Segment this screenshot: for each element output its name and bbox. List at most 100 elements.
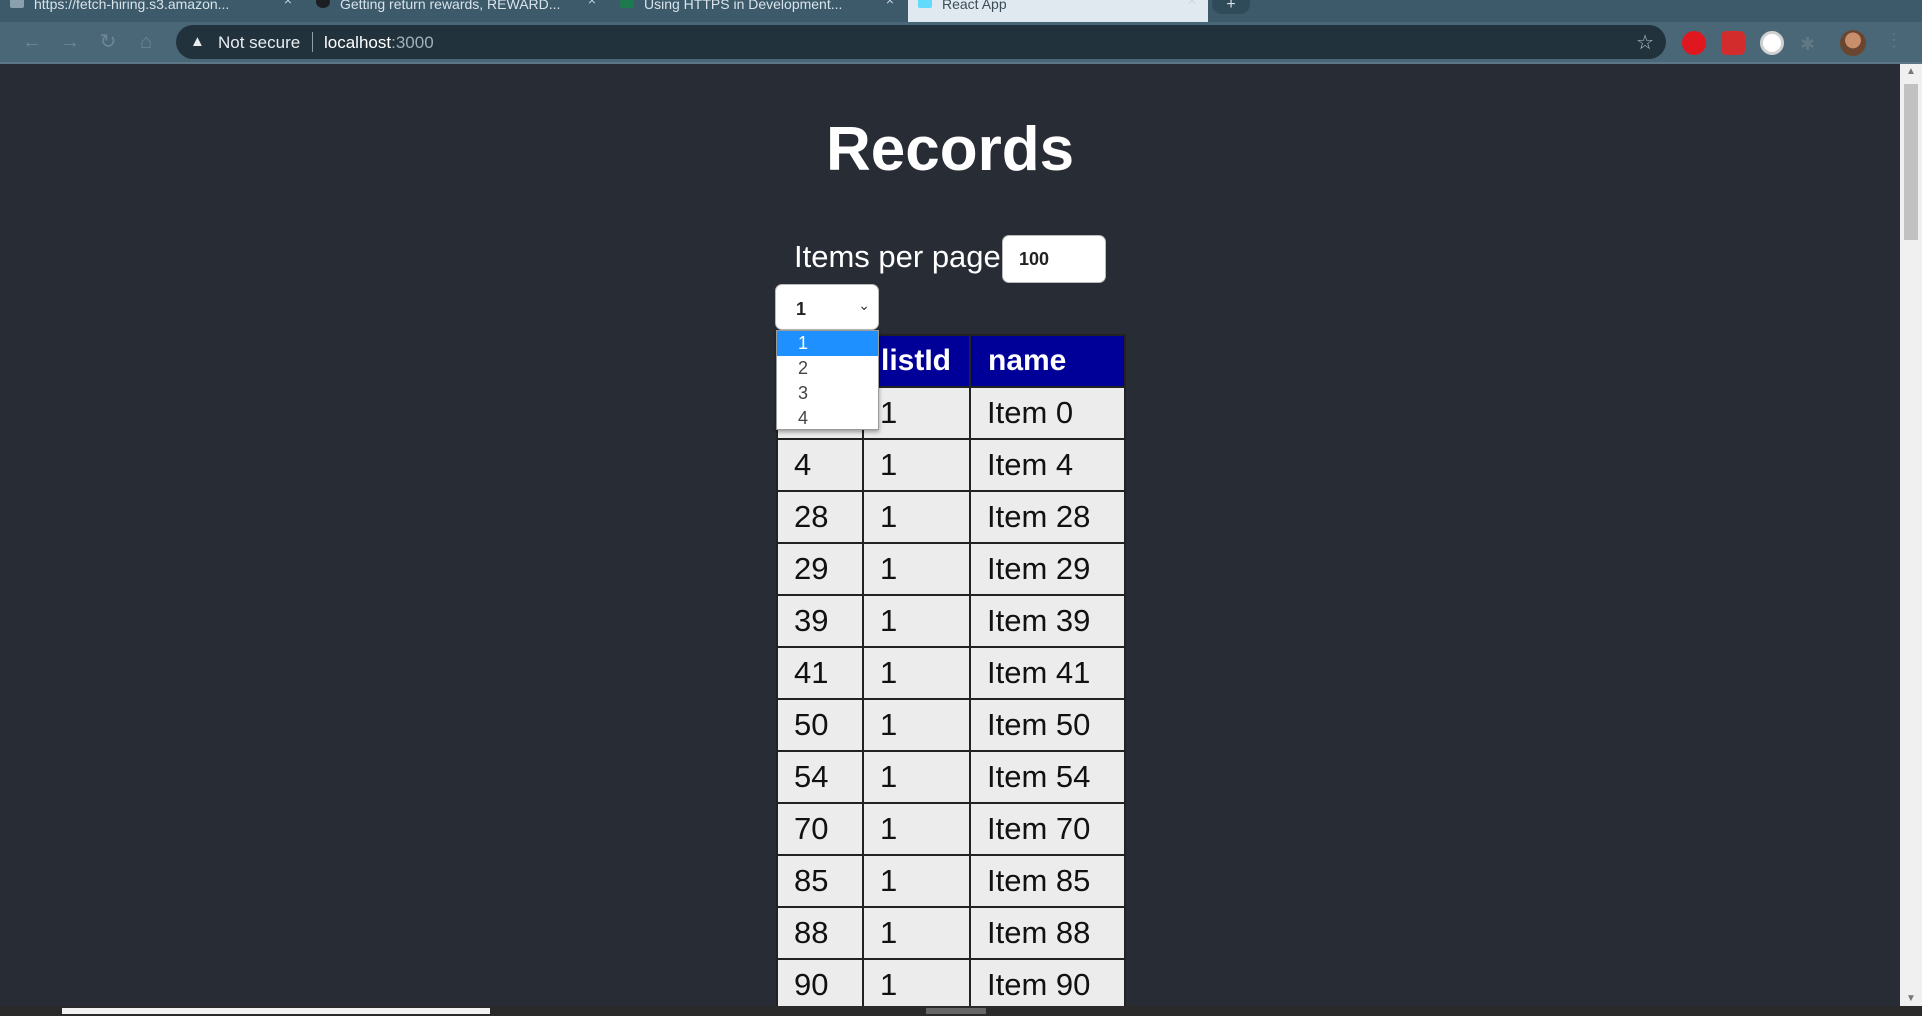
url-port: :3000 — [391, 33, 434, 52]
cell-id: 29 — [776, 542, 864, 596]
page-option[interactable]: 3 — [777, 381, 878, 406]
cell-name: Item 88 — [969, 906, 1126, 960]
scroll-up-arrow-icon[interactable]: ▲ — [1900, 66, 1922, 77]
column-header-listid[interactable]: listId — [862, 334, 971, 388]
cell-listid: 1 — [862, 594, 971, 648]
tab-label: Getting return rewards, REWARD... — [340, 0, 561, 12]
horizontal-scrollbar[interactable] — [0, 1006, 1922, 1016]
page-select-value: 1 — [796, 299, 807, 319]
back-icon[interactable]: ← — [20, 30, 44, 54]
extension-target-icon[interactable] — [1760, 31, 1784, 55]
cell-id: 70 — [776, 802, 864, 856]
table-row: 85 1 Item 85 — [776, 854, 1126, 908]
table-row: 29 1 Item 29 — [776, 542, 1126, 596]
browser-toolbar: ← → ↻ ⌂ ▲ Not secure localhost:3000 ☆ ✱ … — [0, 22, 1922, 62]
cell-name: Item 90 — [969, 958, 1126, 1006]
url-text[interactable]: localhost:3000 — [324, 33, 434, 53]
table-row: 90 1 Item 90 — [776, 958, 1126, 1006]
warning-icon[interactable]: ▲ — [190, 33, 205, 50]
cell-listid: 1 — [862, 438, 971, 492]
cell-name: Item 85 — [969, 854, 1126, 908]
cell-name: Item 70 — [969, 802, 1126, 856]
cell-id: 28 — [776, 490, 864, 544]
cell-id: 88 — [776, 906, 864, 960]
new-tab-button[interactable]: + — [1212, 0, 1250, 14]
scrollbar-thumb[interactable] — [926, 1008, 986, 1014]
extensions-puzzle-icon[interactable]: ✱ — [1800, 35, 1818, 53]
close-icon[interactable]: × — [284, 0, 292, 7]
browser-tab[interactable]: Getting return rewards, REWARD... × — [306, 0, 608, 22]
browser-tab[interactable]: https://fetch-hiring.s3.amazon... × — [0, 0, 304, 22]
menu-dots-icon[interactable]: ⋮ — [1885, 30, 1903, 51]
cell-listid: 1 — [862, 802, 971, 856]
browser-tab-active[interactable]: React App × — [908, 0, 1208, 22]
table-row: 50 1 Item 50 — [776, 698, 1126, 752]
divider — [312, 32, 313, 52]
cell-listid: 1 — [862, 906, 971, 960]
cell-id: 54 — [776, 750, 864, 804]
cell-name: Item 0 — [969, 386, 1126, 440]
page-select-dropdown: 1 2 3 4 — [776, 330, 879, 430]
cell-name: Item 4 — [969, 438, 1126, 492]
scrollbar-thumb[interactable] — [62, 1008, 490, 1014]
cell-id: 90 — [776, 958, 864, 1006]
cell-name: Item 29 — [969, 542, 1126, 596]
forward-icon[interactable]: → — [58, 30, 82, 54]
page-title: Records — [825, 115, 1075, 184]
page-option[interactable]: 1 — [777, 331, 878, 356]
cell-name: Item 28 — [969, 490, 1126, 544]
scrollbar-thumb[interactable] — [1904, 84, 1918, 240]
profile-avatar[interactable] — [1840, 30, 1866, 56]
items-per-page-label: Items per page — [794, 239, 1001, 274]
table-row: 88 1 Item 88 — [776, 906, 1126, 960]
browser-tab-bar: https://fetch-hiring.s3.amazon... × Gett… — [0, 0, 1922, 22]
home-icon[interactable]: ⌂ — [134, 30, 158, 54]
table-row: 70 1 Item 70 — [776, 802, 1126, 856]
cell-listid: 1 — [862, 646, 971, 700]
table-row: 39 1 Item 39 — [776, 594, 1126, 648]
cell-listid: 1 — [862, 958, 971, 1006]
vertical-scrollbar[interactable]: ▲ ▼ — [1900, 64, 1922, 1006]
page-select[interactable]: 1 ⌄ — [775, 284, 879, 330]
page-viewport: Records Items per page 1 ⌄ id listId nam… — [0, 64, 1900, 1006]
extension-adblock-icon[interactable] — [1682, 31, 1706, 55]
close-icon[interactable]: × — [1188, 0, 1196, 7]
globe-icon — [10, 0, 24, 8]
extension-icon[interactable] — [1721, 31, 1745, 55]
cell-listid: 1 — [862, 698, 971, 752]
page-option[interactable]: 2 — [777, 356, 878, 381]
cell-listid: 1 — [862, 386, 971, 440]
site-icon — [620, 0, 634, 8]
cell-id: 85 — [776, 854, 864, 908]
cell-id: 39 — [776, 594, 864, 648]
table-row: 54 1 Item 54 — [776, 750, 1126, 804]
browser-tab[interactable]: Using HTTPS in Development... × — [610, 0, 906, 22]
items-per-page-input[interactable] — [1002, 235, 1106, 283]
url-host: localhost — [324, 33, 392, 52]
cell-name: Item 54 — [969, 750, 1126, 804]
close-icon[interactable]: × — [588, 0, 596, 7]
cell-id: 50 — [776, 698, 864, 752]
bookmark-star-icon[interactable]: ☆ — [1636, 30, 1654, 55]
tab-label: Using HTTPS in Development... — [644, 0, 843, 12]
react-icon — [918, 0, 932, 8]
cell-listid: 1 — [862, 542, 971, 596]
chevron-down-icon: ⌄ — [858, 297, 870, 313]
cell-name: Item 39 — [969, 594, 1126, 648]
security-label[interactable]: Not secure — [218, 33, 300, 53]
scroll-down-arrow-icon[interactable]: ▼ — [1900, 993, 1922, 1004]
reload-icon[interactable]: ↻ — [96, 30, 120, 54]
cell-listid: 1 — [862, 854, 971, 908]
records-table: id listId name 01Item 0 41Item 4 281Item… — [776, 334, 1126, 1006]
tab-label: https://fetch-hiring.s3.amazon... — [34, 0, 230, 12]
address-bar[interactable]: ▲ Not secure localhost:3000 ☆ — [176, 25, 1666, 59]
cell-listid: 1 — [862, 490, 971, 544]
column-header-name[interactable]: name — [969, 334, 1126, 388]
close-icon[interactable]: × — [886, 0, 894, 7]
page-option[interactable]: 4 — [777, 406, 878, 431]
cell-listid: 1 — [862, 750, 971, 804]
github-icon — [316, 0, 330, 8]
table-row: 28 1 Item 28 — [776, 490, 1126, 544]
cell-id: 4 — [776, 438, 864, 492]
cell-name: Item 50 — [969, 698, 1126, 752]
